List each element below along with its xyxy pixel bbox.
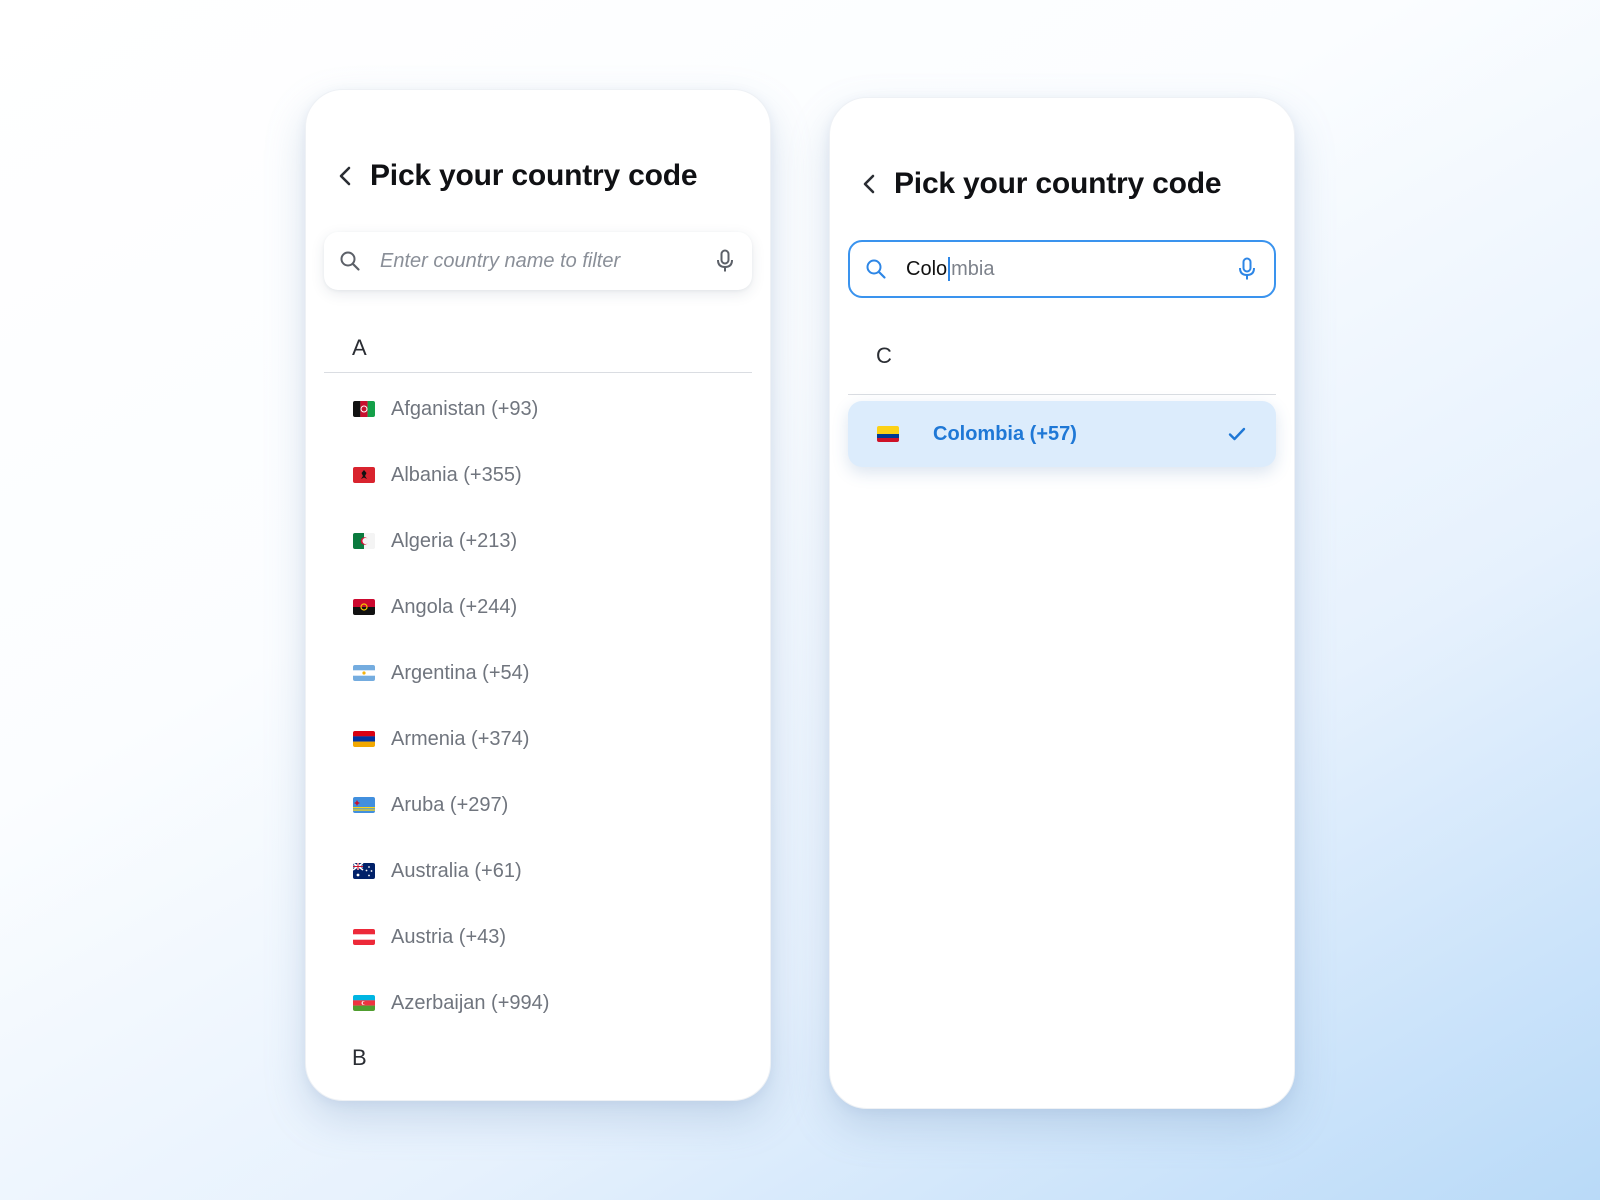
text-cursor: [948, 257, 951, 281]
search-input[interactable]: Colo mbia: [906, 257, 1232, 281]
country-label: Colombia (+57): [933, 422, 1077, 445]
colombia-flag-icon: [877, 426, 899, 442]
list-item[interactable]: Angola (+244): [324, 574, 752, 640]
chevron-left-icon: [863, 174, 875, 194]
country-search-screen: Pick your country code Colo mbia C Colom…: [829, 97, 1295, 1109]
list-item[interactable]: Azerbaijan (+994): [324, 970, 752, 1036]
voice-search-button[interactable]: [710, 246, 740, 276]
list-item[interactable]: Armenia (+374): [324, 706, 752, 772]
list-item[interactable]: Afganistan (+93): [324, 376, 752, 442]
angola-flag-icon: [353, 599, 375, 615]
azerbaijan-flag-icon: [353, 995, 375, 1011]
screen-header: Pick your country code: [852, 160, 1222, 208]
section-header-a: A: [352, 335, 367, 360]
armenia-flag-icon: [353, 731, 375, 747]
search-icon: [338, 249, 362, 273]
country-label: Albania (+355): [391, 463, 522, 486]
country-label: Austria (+43): [391, 925, 507, 948]
list-item[interactable]: Algeria (+213): [324, 508, 752, 574]
back-button[interactable]: [852, 166, 888, 202]
section-header-b: B: [352, 1045, 367, 1070]
checkmark-icon: [1226, 423, 1248, 445]
list-item[interactable]: Australia (+61): [324, 838, 752, 904]
austria-flag-icon: [353, 929, 375, 945]
page-title: Pick your country code: [370, 159, 698, 192]
list-item[interactable]: Argentina (+54): [324, 640, 752, 706]
country-label: Australia (+61): [391, 859, 522, 882]
selected-country-item[interactable]: Colombia (+57): [848, 401, 1276, 467]
search-autocomplete-text: mbia: [951, 257, 995, 280]
search-typed-text: Colo: [906, 257, 948, 280]
country-label: Afganistan (+93): [391, 397, 539, 420]
search-input[interactable]: [380, 232, 710, 290]
section-divider: [324, 372, 752, 373]
afghanistan-flag-icon: [353, 401, 375, 417]
screen-header: Pick your country code: [328, 152, 698, 200]
country-search-field[interactable]: Colo mbia: [848, 240, 1276, 298]
list-item[interactable]: Austria (+43): [324, 904, 752, 970]
country-label: Azerbaijan (+994): [391, 991, 550, 1014]
argentina-flag-icon: [353, 665, 375, 681]
country-label: Algeria (+213): [391, 529, 518, 552]
country-label: Argentina (+54): [391, 661, 530, 684]
aruba-flag-icon: [353, 797, 375, 813]
algeria-flag-icon: [353, 533, 375, 549]
albania-flag-icon: [353, 467, 375, 483]
voice-search-button[interactable]: [1232, 254, 1262, 284]
section-divider: [848, 394, 1276, 395]
australia-flag-icon: [353, 863, 375, 879]
search-icon: [864, 257, 888, 281]
chevron-left-icon: [339, 166, 351, 186]
back-button[interactable]: [328, 158, 364, 194]
country-label: Armenia (+374): [391, 727, 530, 750]
country-label: Aruba (+297): [391, 793, 509, 816]
microphone-icon: [1239, 257, 1255, 280]
list-item[interactable]: Aruba (+297): [324, 772, 752, 838]
country-search-field: [324, 232, 752, 290]
list-item[interactable]: Albania (+355): [324, 442, 752, 508]
microphone-icon: [717, 249, 733, 272]
country-list: Afganistan (+93) Albania (+355) Algeria …: [324, 376, 752, 1036]
page-title: Pick your country code: [894, 167, 1222, 200]
section-header-c: C: [876, 343, 892, 368]
country-label: Angola (+244): [391, 595, 518, 618]
country-list-screen: Pick your country code A Afganistan (+93…: [305, 89, 771, 1101]
